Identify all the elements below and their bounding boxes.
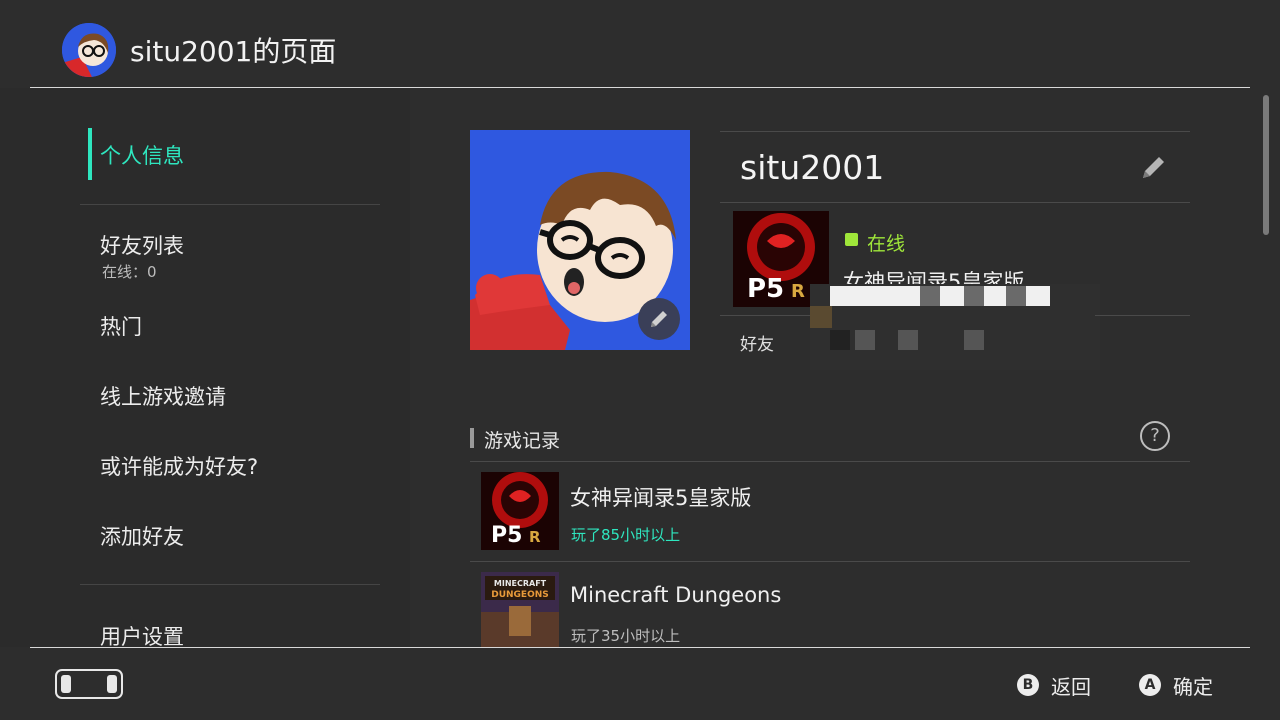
- sidebar-item-online-invites[interactable]: 线上游戏邀请: [100, 381, 226, 411]
- user-avatar: [62, 23, 116, 77]
- section-marker: [470, 428, 474, 448]
- edit-profile-button[interactable]: [1140, 153, 1168, 185]
- svg-text:R: R: [791, 281, 805, 302]
- redacted-block: [830, 330, 850, 350]
- page-header: situ2001的页面: [0, 0, 1280, 88]
- switch-console-icon: [55, 669, 123, 699]
- redacted-block: [855, 330, 875, 350]
- play-time: 玩了85小时以上: [571, 526, 681, 544]
- mii-avatar-icon: [62, 23, 116, 77]
- svg-text:P5: P5: [747, 274, 784, 304]
- records-divider: [470, 561, 1190, 562]
- question-mark-icon: ?: [1150, 425, 1160, 446]
- redacted-block: [964, 330, 984, 350]
- sidebar: [0, 88, 410, 647]
- sidebar-item-suggested-friends[interactable]: 或许能成为好友?: [100, 451, 258, 481]
- redacted-block: [810, 306, 832, 328]
- friend-code-label: 好友: [740, 335, 774, 355]
- svg-text:R: R: [529, 528, 541, 546]
- game-title: Minecraft Dungeons: [570, 583, 782, 607]
- sidebar-item-profile[interactable]: 个人信息: [100, 140, 184, 170]
- minecraft-dungeons-cover-icon: MINECRAFT DUNGEONS: [481, 572, 559, 647]
- profile-username: situ2001: [740, 148, 885, 187]
- edit-avatar-button[interactable]: [638, 298, 680, 340]
- pencil-icon: [1143, 157, 1164, 178]
- profile-divider: [720, 131, 1190, 132]
- redacted-block: [920, 286, 940, 306]
- persona5-cover-icon: P5 R: [481, 472, 559, 550]
- friends-online-count: 在线：0: [102, 263, 157, 281]
- profile-divider: [1095, 315, 1190, 316]
- game-thumbnail: MINECRAFT DUNGEONS: [481, 572, 559, 647]
- sidebar-item-add-friend[interactable]: 添加好友: [100, 521, 184, 551]
- redacted-block: [964, 286, 984, 306]
- pencil-icon: [651, 311, 667, 327]
- profile-divider: [720, 315, 810, 316]
- scrollbar[interactable]: [1263, 95, 1269, 235]
- page-title: situ2001的页面: [130, 35, 337, 68]
- play-time: 玩了35小时以上: [571, 627, 681, 645]
- svg-text:P5: P5: [491, 523, 522, 548]
- profile-divider: [720, 202, 1190, 203]
- sidebar-divider: [80, 204, 380, 205]
- game-records-title: 游戏记录: [484, 430, 561, 452]
- sidebar-divider: [80, 584, 380, 585]
- b-button-icon: B: [1017, 674, 1039, 696]
- online-status-label: 在线: [867, 233, 906, 255]
- confirm-button[interactable]: 确定: [1173, 671, 1213, 700]
- redacted-block: [1006, 286, 1026, 306]
- redacted-block: [898, 330, 918, 350]
- online-status-icon: [845, 233, 858, 246]
- sidebar-item-friend-list[interactable]: 好友列表: [100, 230, 184, 260]
- a-button-icon: A: [1139, 674, 1161, 696]
- records-divider: [470, 461, 1190, 462]
- sidebar-item-trending[interactable]: 热门: [100, 311, 142, 341]
- game-title: 女神异闻录5皇家版: [570, 486, 752, 510]
- svg-text:DUNGEONS: DUNGEONS: [491, 590, 549, 600]
- help-button[interactable]: ?: [1140, 421, 1170, 451]
- back-button[interactable]: 返回: [1051, 671, 1091, 700]
- svg-text:MINECRAFT: MINECRAFT: [494, 579, 547, 588]
- game-thumbnail: P5 R: [481, 472, 559, 550]
- footer-divider: [30, 647, 1250, 648]
- active-indicator: [88, 128, 92, 180]
